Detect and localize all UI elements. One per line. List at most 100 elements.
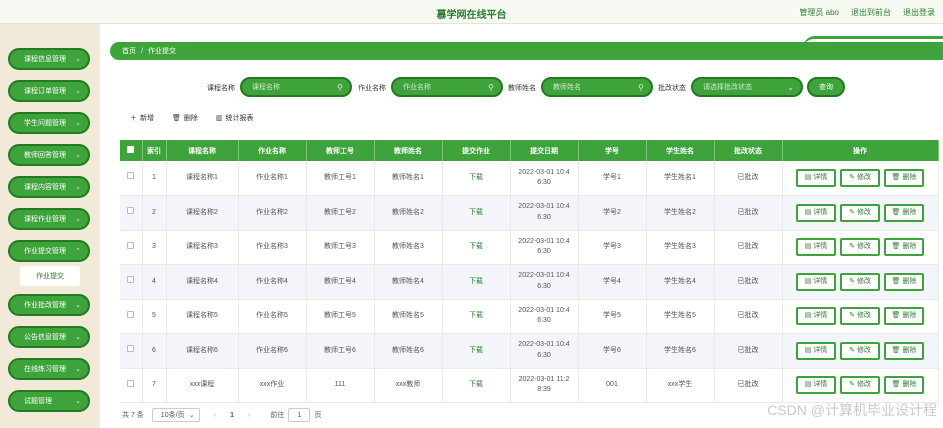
detail-button[interactable]: ▤ 详情 — [796, 341, 836, 360]
row-checkbox[interactable] — [127, 276, 135, 283]
pagination: 共 7 条 10条/页 ⌄ ‹ 1 › 前往 1 页 — [122, 408, 321, 422]
sidebar-item-course-content[interactable]: 课程内容管理 ⌄ — [8, 176, 90, 198]
row-select-cell[interactable] — [120, 161, 143, 196]
report-button[interactable]: ▥ 统计报表 — [216, 113, 254, 123]
course-name-input[interactable]: 课程名称 ⚲ — [240, 77, 352, 97]
delete-row-button[interactable]: 🗑 删除 — [884, 341, 924, 360]
download-link[interactable]: 下载 — [442, 299, 511, 334]
detail-button[interactable]: ▤ 详情 — [796, 169, 836, 187]
delete-row-button[interactable]: 🗑 删除 — [884, 376, 924, 395]
next-page-button[interactable]: › — [248, 412, 250, 419]
row-checkbox[interactable] — [127, 172, 135, 180]
edit-button[interactable]: ✎ 修改 — [840, 238, 880, 257]
edit-button[interactable]: ✎ 修改 — [840, 203, 880, 222]
sidebar-item-homework-grading[interactable]: 作业批改管理 ⌄ — [8, 294, 90, 316]
page-number[interactable]: 1 — [230, 412, 234, 419]
edit-button[interactable]: ✎ 修改 — [840, 307, 880, 326]
goto-page-input[interactable]: 1 — [288, 408, 311, 422]
goto-label: 前往 — [270, 412, 285, 419]
detail-label: 详情 — [813, 381, 828, 388]
row-select-cell[interactable] — [120, 368, 143, 403]
detail-button[interactable]: ▤ 详情 — [796, 272, 836, 291]
delete-row-button[interactable]: 🗑 删除 — [884, 169, 924, 187]
sidebar-item-course-orders[interactable]: 课程订单管理 ⌄ — [8, 80, 90, 102]
detail-button[interactable]: ▤ 详情 — [796, 376, 836, 395]
row-select-cell[interactable] — [120, 264, 143, 300]
sidebar-subitem-homework-submit[interactable]: 作业提交 — [20, 266, 80, 286]
row-select-cell[interactable] — [120, 230, 143, 265]
detail-button[interactable]: ▤ 详情 — [796, 238, 836, 257]
download-link[interactable]: 下载 — [442, 195, 511, 231]
row-select-cell[interactable] — [120, 299, 143, 334]
sidebar-item-label: 课程信息管理 — [24, 56, 66, 63]
delete-label: 删除 — [902, 208, 917, 216]
row-select-cell[interactable] — [120, 333, 143, 369]
grading-status-select[interactable]: 请选择批改状态 ⌄ — [691, 77, 803, 97]
detail-button[interactable]: ▤ 详情 — [796, 203, 836, 222]
delete-row-button[interactable]: 🗑 删除 — [884, 272, 924, 291]
add-button[interactable]: ＋新增 — [130, 113, 154, 123]
breadcrumb-home[interactable]: 首页 — [122, 46, 136, 56]
row-checkbox[interactable] — [127, 345, 135, 352]
homework-name-input[interactable]: 作业名称 ⚲ — [391, 77, 503, 97]
page-size-select[interactable]: 10条/页 ⌄ — [151, 408, 200, 422]
delete-button[interactable]: 🗑 删除 — [172, 113, 198, 123]
cell-student-name: 学生姓名1 — [646, 161, 715, 196]
cell-teacher-name: 教师姓名2 — [374, 195, 443, 231]
download-link[interactable]: 下载 — [442, 333, 511, 369]
delete-row-button[interactable]: 🗑 删除 — [884, 307, 924, 326]
detail-icon: ▤ — [804, 173, 812, 181]
row-checkbox[interactable] — [127, 241, 135, 249]
delete-row-button[interactable]: 🗑 删除 — [884, 238, 924, 257]
detail-button[interactable]: ▤ 详情 — [796, 307, 836, 326]
sidebar-item-questions[interactable]: 试题管理 ⌄ — [8, 390, 90, 412]
trash-icon: 🗑 — [891, 277, 901, 285]
sidebar-item-student-questions[interactable]: 学生问题管理 ⌄ — [8, 112, 90, 134]
sidebar-item-course-info[interactable]: 课程信息管理 ⌄ — [8, 48, 90, 70]
edit-button[interactable]: ✎ 修改 — [840, 341, 880, 360]
goto-unit: 页 — [314, 412, 322, 419]
edit-label: 修改 — [856, 173, 871, 181]
sidebar-item-announcements[interactable]: 公告信息管理 ⌄ — [8, 326, 90, 348]
download-link[interactable]: 下载 — [442, 264, 511, 300]
date-line-2: 6:30 — [537, 213, 551, 221]
teacher-name-placeholder: 教师姓名 — [553, 84, 581, 91]
query-button[interactable]: 查询 — [807, 77, 845, 97]
logout-link[interactable]: 退出登录 — [903, 7, 935, 18]
edit-button[interactable]: ✎ 修改 — [840, 169, 880, 187]
sidebar-item-homework-submission[interactable]: 作业提交管理 ⌃ — [8, 240, 90, 262]
cell-teacher-name: 教师姓名3 — [374, 230, 443, 265]
select-all-checkbox[interactable] — [127, 146, 135, 153]
cell-teacher-id: 教师工号1 — [306, 161, 375, 196]
download-link[interactable]: 下载 — [442, 230, 511, 265]
cell-student-id: 学号3 — [578, 230, 647, 265]
cell-homework-name: 作业名称5 — [238, 299, 307, 334]
cell-teacher-name: 教师姓名4 — [374, 264, 443, 300]
delete-row-button[interactable]: 🗑 删除 — [884, 203, 924, 222]
download-link[interactable]: 下载 — [442, 161, 511, 196]
row-checkbox[interactable] — [127, 207, 135, 214]
sidebar-item-online-practice[interactable]: 在线练习管理 ⌄ — [8, 358, 90, 380]
sidebar-item-course-homework[interactable]: 课程作业管理 ⌄ — [8, 208, 90, 230]
download-link[interactable]: 下载 — [442, 368, 511, 403]
prev-page-button[interactable]: ‹ — [214, 412, 216, 419]
edit-button[interactable]: ✎ 修改 — [840, 272, 880, 291]
table-row: 2 课程名称2 作业名称2 教师工号2 教师姓名2 下载 2022-03-01 10:4 6:… — [120, 195, 939, 231]
chevron-down-icon: ⌄ — [188, 412, 195, 419]
select-all-cell[interactable] — [120, 140, 143, 161]
row-select-cell[interactable] — [120, 195, 143, 231]
back-to-front-link[interactable]: 退出到前台 — [851, 7, 891, 18]
sidebar-item-teacher-answers[interactable]: 教师回答管理 ⌄ — [8, 144, 90, 166]
watermark: CSDN @计算机毕业设计程 — [767, 402, 937, 418]
cell-submit-date: 2022-03-01 10:4 6:30 — [510, 333, 579, 369]
row-checkbox[interactable] — [127, 379, 135, 387]
breadcrumb: 首页 / 作业提交 — [110, 36, 943, 60]
sidebar-item-label: 在线练习管理 — [24, 366, 66, 373]
row-checkbox[interactable] — [127, 310, 135, 318]
date-line-2: 6:30 — [537, 248, 551, 256]
chevron-down-icon: ⌄ — [75, 216, 81, 223]
cell-grading-status: 已批改 — [714, 264, 783, 300]
teacher-name-input[interactable]: 教师姓名 ⚲ — [541, 77, 653, 97]
edit-button[interactable]: ✎ 修改 — [840, 376, 880, 395]
trash-icon: 🗑 — [891, 346, 901, 354]
